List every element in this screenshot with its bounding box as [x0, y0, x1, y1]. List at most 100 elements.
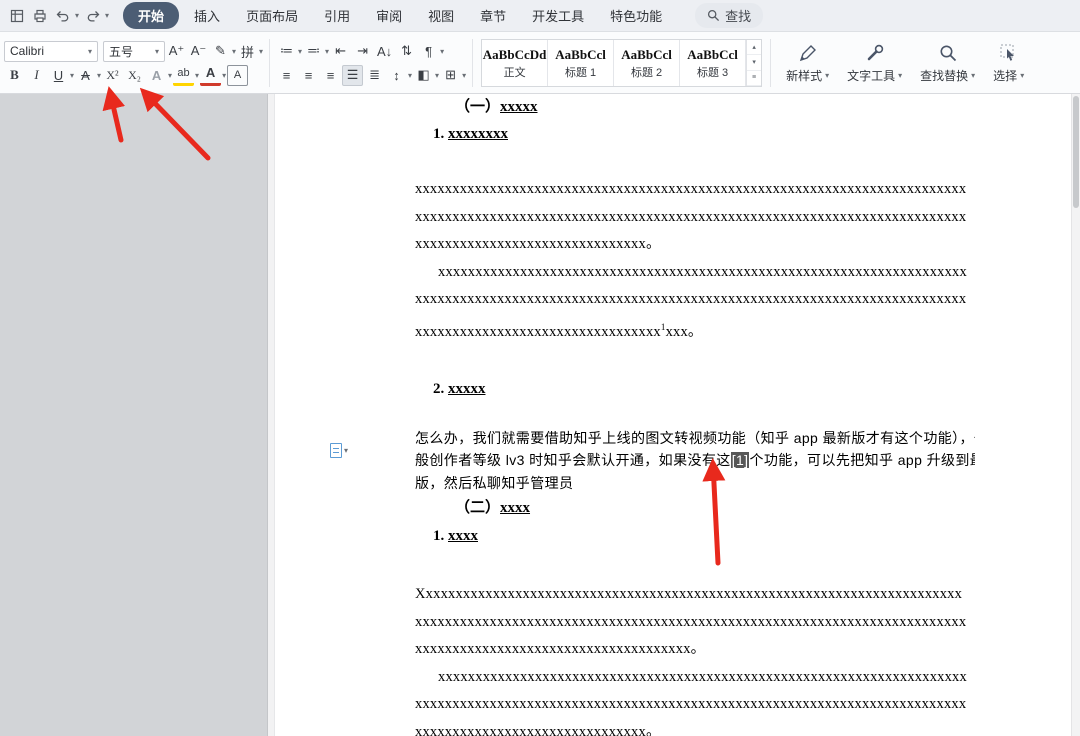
tab-home[interactable]: 开始 — [123, 2, 180, 29]
new-style-button[interactable]: 新样式 ▾ — [777, 35, 838, 91]
decrease-font-size-icon[interactable]: A⁻ — [188, 41, 209, 62]
pinyin-guide-icon[interactable]: 拼 — [237, 41, 258, 62]
text-run: xxx。 — [665, 323, 703, 340]
tab-developer-tools[interactable]: 开发工具 — [521, 2, 595, 29]
tab-special-features[interactable]: 特色功能 — [599, 2, 673, 29]
superscript-button[interactable]: X² — [102, 65, 123, 86]
align-left-icon[interactable]: ≡ — [276, 65, 297, 86]
bold-button[interactable]: B — [4, 65, 25, 86]
character-border-button[interactable]: A — [227, 64, 249, 86]
underline-button[interactable]: U — [48, 65, 69, 86]
select-button[interactable]: 选择 ▾ — [984, 35, 1033, 91]
titlebar: ▾ ▾ 开始 插入 页面布局 引用 审阅 视图 章节 开发工具 特色功能 查找 — [0, 0, 1080, 32]
text-line: xxxxxxxxxxxxxxxxxxxxxxxxxxxxxxx。 — [415, 723, 661, 736]
borders-dropdown-icon[interactable]: ▾ — [462, 71, 466, 80]
paragraph-chinese: 怎么办，我们就需要借助知乎上线的图文转视频功能（知乎 app 最新版才有这个功能… — [415, 427, 975, 495]
style-heading-2[interactable]: AaBbCcl 标题 2 — [614, 40, 681, 86]
justify-icon[interactable]: ☰ — [342, 64, 364, 86]
font-name-select[interactable]: Calibri ▾ — [4, 40, 98, 62]
scrollbar-thumb[interactable] — [1073, 96, 1079, 208]
heading-text: xxxxxxxx — [448, 126, 508, 142]
styles-scroll-up-icon[interactable]: ▴ — [747, 40, 762, 56]
text-line: 怎么办，我们就需要借助知乎上线的图文转视频功能（知乎 app 最新版才有这个功能… — [415, 429, 975, 446]
style-heading-1[interactable]: AaBbCcl 标题 1 — [548, 40, 615, 86]
tab-references[interactable]: 引用 — [313, 2, 361, 29]
citation-reference[interactable]: [1] — [730, 452, 750, 469]
heading-prefix: （二） — [455, 500, 501, 517]
numbered-list-icon[interactable]: ≕ — [303, 41, 324, 62]
styles-more-icon[interactable]: ≡ — [747, 71, 762, 86]
font-color-dropdown-icon[interactable]: ▾ — [222, 71, 226, 80]
font-size-select[interactable]: 五号 ▾ — [103, 40, 165, 62]
text-tools-label: 文字工具 — [847, 68, 896, 83]
wps-writer-window: ▾ ▾ 开始 插入 页面布局 引用 审阅 视图 章节 开发工具 特色功能 查找 — [0, 0, 1080, 736]
underline-dropdown-icon[interactable]: ▾ — [70, 71, 74, 80]
text-effect-button[interactable]: A — [146, 65, 167, 86]
redo-icon[interactable] — [84, 7, 102, 25]
shading-dropdown-icon[interactable]: ▾ — [435, 71, 439, 80]
increase-indent-icon[interactable]: ⇥ — [352, 41, 373, 62]
text-tools-button[interactable]: 文字工具 ▾ — [838, 35, 911, 91]
tab-review[interactable]: 审阅 — [365, 2, 413, 29]
increase-font-size-icon[interactable]: A⁺ — [166, 41, 187, 62]
text-run: 般创作者等级 lv3 时知乎会默认开通，如果没有这 — [415, 452, 731, 469]
align-center-icon[interactable]: ≡ — [298, 65, 319, 86]
document-page[interactable]: ▾ （一）xxxxx 1. xxxxxxxx xxxxxxxxxxxxxxxxx… — [275, 94, 1080, 736]
style-normal[interactable]: AaBbCcDd 正文 — [482, 40, 549, 86]
heading-text: xxxxx — [448, 380, 486, 397]
strikethrough-dropdown-icon[interactable]: ▾ — [97, 71, 101, 80]
shading-icon[interactable]: ◧ — [413, 65, 434, 86]
decrease-indent-icon[interactable]: ⇤ — [330, 41, 351, 62]
text-effects-dropdown-icon[interactable]: ▾ — [232, 47, 236, 56]
tab-insert[interactable]: 插入 — [183, 2, 231, 29]
search-box[interactable]: 查找 — [695, 3, 764, 28]
heading-prefix: 1. — [433, 528, 448, 545]
redo-dropdown-icon[interactable]: ▾ — [105, 11, 109, 20]
undo-dropdown-icon[interactable]: ▾ — [75, 11, 79, 20]
bullet-list-icon[interactable]: ≔ — [276, 41, 297, 62]
borders-icon[interactable]: ⊞ — [440, 65, 461, 86]
undo-icon[interactable] — [54, 7, 72, 25]
text-effect-dropdown-icon[interactable]: ▾ — [168, 71, 172, 80]
styles-scroll-down-icon[interactable]: ▾ — [747, 55, 762, 71]
style-name: 标题 1 — [564, 66, 597, 79]
paragraph-marks-dropdown-icon[interactable]: ▾ — [440, 47, 444, 56]
app-menu-icon[interactable] — [8, 7, 26, 25]
text-effects-icon[interactable]: ✎ — [210, 41, 231, 62]
text-tools-dropdown-icon: ▾ — [898, 70, 903, 80]
ribbon-divider — [770, 39, 772, 87]
text-line: 般创作者等级 lv3 时知乎会默认开通，如果没有这[1]个功能，可以先把知乎 a… — [415, 449, 975, 472]
line-spacing-icon[interactable]: ↕ — [386, 65, 407, 86]
paragraph-style-marker[interactable]: ▾ — [330, 443, 348, 458]
font-size-dropdown-icon: ▾ — [154, 46, 159, 56]
text-direction-icon[interactable]: ⇅ — [396, 41, 417, 62]
doc-heading-1: （一）xxxxx — [455, 97, 975, 117]
italic-button[interactable]: I — [26, 65, 47, 86]
align-right-icon[interactable]: ≡ — [320, 65, 341, 86]
numbered-list-dropdown-icon[interactable]: ▾ — [325, 47, 329, 56]
print-preview-icon[interactable] — [31, 7, 49, 25]
ribbon-divider — [472, 39, 474, 87]
tab-view[interactable]: 视图 — [417, 2, 465, 29]
line-spacing-dropdown-icon[interactable]: ▾ — [408, 71, 412, 80]
tab-section[interactable]: 章节 — [469, 2, 517, 29]
font-color-button[interactable]: A — [200, 65, 222, 86]
subscript-button[interactable]: X₂ — [124, 65, 145, 86]
style-heading-3[interactable]: AaBbCcl 标题 3 — [680, 40, 747, 86]
vertical-scrollbar[interactable] — [1071, 94, 1080, 736]
show-paragraph-marks-icon[interactable]: ¶ — [418, 41, 439, 62]
bullet-list-dropdown-icon[interactable]: ▾ — [298, 47, 302, 56]
select-dropdown-icon: ▾ — [1020, 70, 1025, 80]
highlight-dropdown-icon[interactable]: ▾ — [195, 71, 199, 80]
highlight-color-button[interactable]: ab — [173, 65, 195, 86]
navigation-pane[interactable] — [0, 94, 267, 736]
distribute-text-icon[interactable]: ≣ — [364, 65, 385, 86]
pinyin-dropdown-icon[interactable]: ▾ — [259, 47, 263, 56]
text-sort-icon[interactable]: A↓ — [374, 41, 395, 62]
tab-page-layout[interactable]: 页面布局 — [235, 2, 309, 29]
find-replace-button[interactable]: 查找替换 ▾ — [911, 35, 984, 91]
font-size-value: 五号 — [109, 44, 134, 59]
heading-prefix: （一） — [455, 99, 501, 115]
pane-splitter[interactable] — [267, 94, 275, 736]
strikethrough-button[interactable]: A — [75, 65, 96, 86]
